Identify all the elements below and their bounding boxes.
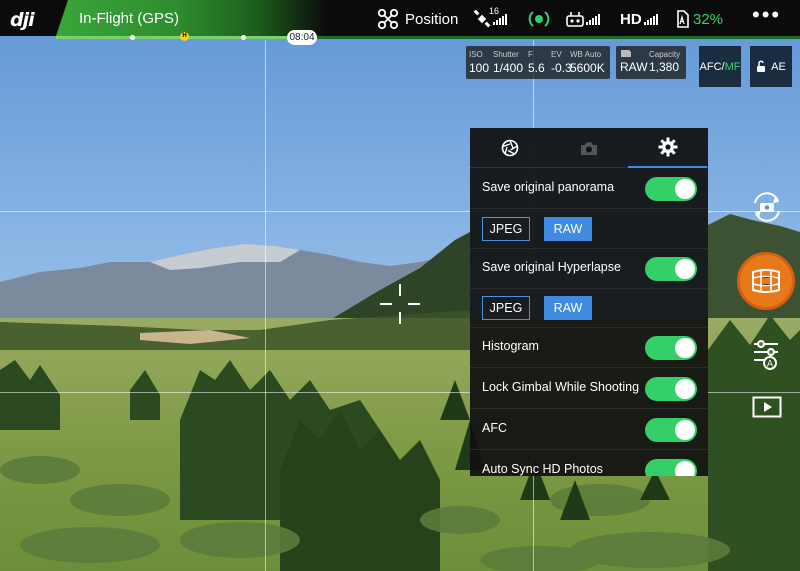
hd-signal-bars bbox=[643, 13, 658, 25]
setting-label: Histogram bbox=[482, 339, 539, 353]
aperture-value: 5.6 bbox=[528, 61, 545, 75]
afc-label: AFC bbox=[699, 60, 722, 73]
camera-switch-button[interactable] bbox=[748, 190, 786, 224]
remote-controller-icon bbox=[566, 12, 584, 27]
focus-mode-button[interactable]: AFC / MF bbox=[699, 46, 741, 87]
obstacle-sensing[interactable] bbox=[528, 8, 550, 30]
panorama-raw-button[interactable]: RAW bbox=[544, 217, 592, 241]
hyperlapse-jpeg-button[interactable]: JPEG bbox=[482, 296, 530, 320]
home-marker: H bbox=[180, 32, 189, 41]
mf-label: MF bbox=[724, 60, 741, 73]
camera-params[interactable]: ISO 100 Shutter 1/400 F 5.6 EV -0.3 WB Auto 5… bbox=[466, 46, 610, 79]
grid-line bbox=[265, 40, 266, 571]
camera-settings-button[interactable]: A bbox=[750, 338, 782, 372]
setting-row-lock-gimbal: Lock Gimbal While Shooting bbox=[470, 368, 708, 409]
svg-text:A: A bbox=[767, 360, 774, 370]
setting-label: Save original panorama bbox=[482, 180, 615, 194]
setting-label: Save original Hyperlapse bbox=[482, 260, 621, 274]
ae-lock-button[interactable]: AE bbox=[750, 46, 792, 87]
flight-mode-selector[interactable]: Position bbox=[377, 8, 458, 30]
aperture-icon bbox=[501, 139, 518, 157]
playback-icon bbox=[752, 396, 782, 418]
battery-time-track bbox=[56, 36, 800, 39]
shutter-button[interactable] bbox=[737, 252, 795, 310]
battery-percent: 32% bbox=[693, 10, 724, 28]
dji-logo[interactable]: dji bbox=[10, 9, 35, 31]
iso-value: 100 bbox=[469, 61, 490, 75]
tab-exposure[interactable] bbox=[470, 128, 549, 168]
setting-label: Lock Gimbal While Shooting bbox=[482, 380, 640, 394]
ev-value: -0.3 bbox=[551, 61, 572, 75]
ae-label: AE bbox=[771, 60, 786, 73]
capacity-label: Capacity bbox=[649, 50, 681, 59]
battery-status[interactable]: 32% bbox=[676, 8, 723, 30]
playback-button[interactable] bbox=[751, 395, 783, 419]
setting-row-afc: AFC bbox=[470, 409, 708, 450]
shutter-value: 1/400 bbox=[493, 61, 524, 75]
panorama-jpeg-button[interactable]: JPEG bbox=[482, 217, 530, 241]
track-marker bbox=[130, 35, 135, 40]
tab-photo[interactable] bbox=[549, 128, 628, 168]
track-fill bbox=[56, 36, 301, 39]
flight-mode-text[interactable]: In-Flight (GPS) bbox=[79, 10, 179, 27]
setting-label: AFC bbox=[482, 421, 507, 435]
camera-icon bbox=[580, 142, 597, 155]
rc-signal-bars bbox=[586, 13, 600, 25]
capacity-value: 1,380 bbox=[649, 60, 680, 74]
iso-label: ISO bbox=[469, 50, 483, 59]
obstacle-sensing-icon bbox=[528, 11, 550, 27]
hyperlapse-format-row: JPEG RAW bbox=[470, 288, 708, 328]
ev-label: EV bbox=[551, 50, 562, 59]
more-menu-button[interactable]: ••• bbox=[752, 2, 781, 28]
storage-info[interactable]: Capacity RAW 1,380 bbox=[616, 46, 686, 79]
hd-label: HD bbox=[620, 10, 642, 28]
format-value: RAW bbox=[620, 60, 648, 74]
panel-tabs bbox=[470, 128, 708, 168]
flight-time: 08:04 bbox=[287, 30, 317, 45]
gear-icon bbox=[658, 137, 677, 157]
auto-sync-toggle[interactable] bbox=[645, 459, 697, 476]
position-mode-label: Position bbox=[405, 10, 459, 28]
shutter-label: Shutter bbox=[493, 50, 519, 59]
sd-card-icon bbox=[621, 50, 631, 57]
hyperlapse-raw-button[interactable]: RAW bbox=[544, 296, 592, 320]
panorama-format-row: JPEG RAW bbox=[470, 209, 708, 249]
sliders-icon: A bbox=[754, 340, 778, 370]
wb-label: WB Auto bbox=[570, 50, 602, 59]
crosshair bbox=[380, 284, 420, 324]
camera-rotate-icon bbox=[754, 192, 780, 222]
setting-label: Auto Sync HD Photos bbox=[482, 462, 603, 476]
drone-icon bbox=[377, 8, 399, 30]
gps-satellite-count: 16 bbox=[489, 6, 500, 16]
setting-row-auto-sync: Auto Sync HD Photos bbox=[470, 450, 708, 476]
setting-row-histogram: Histogram bbox=[470, 327, 708, 368]
setting-row-save-hyperlapse: Save original Hyperlapse bbox=[470, 248, 708, 289]
setting-row-save-panorama: Save original panorama bbox=[470, 168, 708, 209]
histogram-toggle[interactable] bbox=[645, 336, 697, 360]
aperture-label: F bbox=[528, 50, 533, 59]
lock-gimbal-toggle[interactable] bbox=[645, 377, 697, 401]
battery-icon bbox=[677, 10, 689, 28]
wb-value: 5600K bbox=[570, 61, 605, 75]
top-bar: dji In-Flight (GPS) Position 16 HD 32% •… bbox=[0, 0, 800, 36]
tab-settings[interactable] bbox=[628, 128, 707, 168]
panorama-mode-icon bbox=[752, 269, 780, 293]
unlock-icon bbox=[757, 60, 766, 72]
save-hyperlapse-toggle[interactable] bbox=[645, 257, 697, 281]
remote-signal[interactable] bbox=[566, 8, 600, 30]
track-marker bbox=[241, 35, 246, 40]
save-panorama-toggle[interactable] bbox=[645, 177, 697, 201]
video-link-signal[interactable]: HD bbox=[620, 8, 658, 30]
camera-settings-panel: Save original panorama JPEG RAW Save ori… bbox=[470, 128, 708, 476]
afc-toggle[interactable] bbox=[645, 418, 697, 442]
